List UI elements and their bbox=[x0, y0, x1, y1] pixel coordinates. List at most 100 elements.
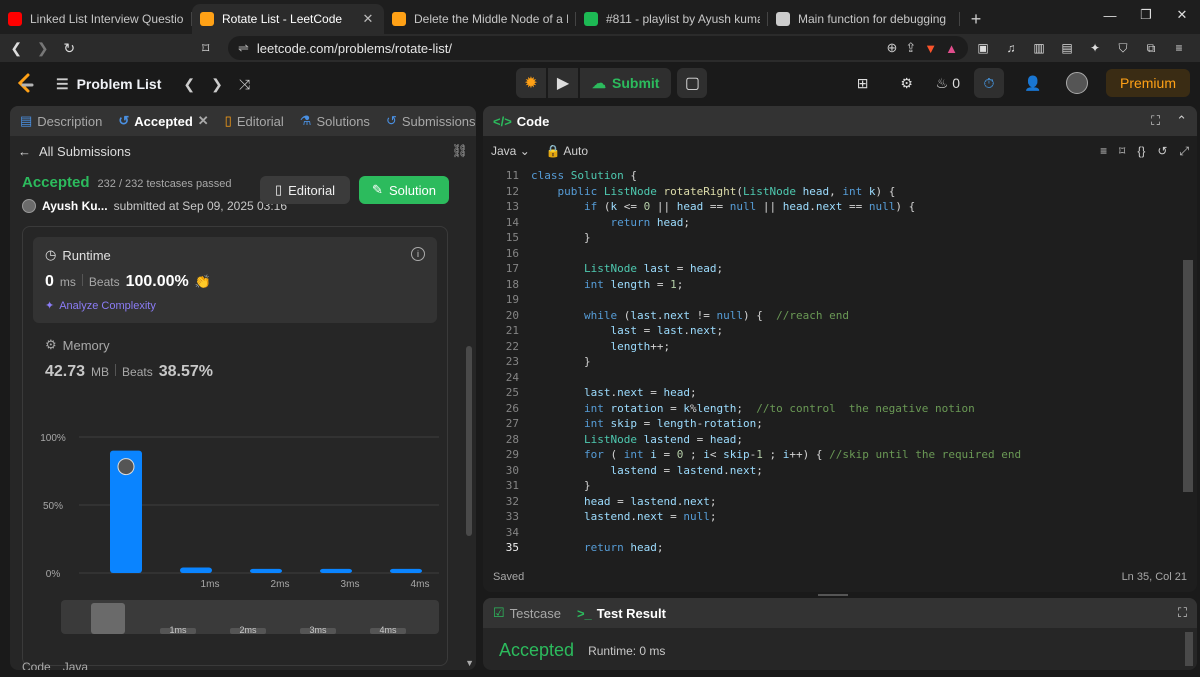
bookmark-icon[interactable]: ⌑ bbox=[1119, 144, 1125, 159]
bar-1ms[interactable] bbox=[180, 567, 212, 573]
reader-icon[interactable]: ▣ bbox=[974, 39, 992, 57]
code-line[interactable]: if (k <= 0 || head == null || head.next … bbox=[531, 199, 915, 215]
streak-counter[interactable]: ♨ 0 bbox=[936, 68, 960, 98]
brave-rewards-icon[interactable]: ▲ bbox=[945, 41, 958, 56]
extensions-icon[interactable]: ⧉ bbox=[1142, 39, 1160, 57]
submit-button[interactable]: ☁ Submit bbox=[580, 68, 672, 98]
info-icon[interactable]: i bbox=[411, 247, 425, 261]
code-line[interactable]: return head; bbox=[531, 215, 690, 231]
code-line[interactable]: while (last.next != null) { //reach end bbox=[531, 308, 849, 324]
close-tab-icon[interactable]: ✕ bbox=[360, 11, 376, 27]
code-line[interactable]: } bbox=[531, 230, 591, 246]
bar-4ms[interactable] bbox=[390, 568, 422, 573]
link-icon[interactable]: ⛓ bbox=[451, 143, 468, 159]
menu-icon[interactable]: ≡ bbox=[1170, 39, 1188, 57]
debug-button[interactable]: ✹ bbox=[516, 68, 546, 98]
close-tab-icon[interactable]: ✕ bbox=[198, 113, 209, 129]
code-line[interactable]: } bbox=[531, 354, 591, 370]
editorial-button[interactable]: ▯ Editorial bbox=[260, 176, 350, 204]
url-field[interactable]: ⇌ leetcode.com/problems/rotate-list/ ⊕ ⇪… bbox=[228, 36, 968, 60]
share-icon[interactable]: ⇪ bbox=[905, 40, 916, 56]
bar-2ms[interactable] bbox=[250, 568, 282, 573]
tab-code[interactable]: </> Code bbox=[493, 114, 549, 129]
browser-tab[interactable]: Rotate List - LeetCode ✕ bbox=[192, 4, 384, 34]
reload-button[interactable]: ↻ bbox=[59, 37, 80, 59]
tab-solutions[interactable]: ⚗ Solutions bbox=[300, 113, 370, 129]
runtime-box[interactable]: ◷ Runtime i 0 ms Beats 100.00% 👏 ✦ Analyz… bbox=[33, 237, 437, 323]
tab-accepted[interactable]: ↺ Accepted ✕ bbox=[118, 113, 208, 129]
browser-tab[interactable]: Linked List Interview Questions - Goo bbox=[0, 4, 192, 34]
range-handle[interactable] bbox=[91, 603, 125, 634]
minimize-button[interactable]: — bbox=[1092, 0, 1128, 30]
settings-icon[interactable]: ⚙ bbox=[892, 68, 922, 98]
reset-icon[interactable]: ↺ bbox=[1157, 144, 1167, 159]
format-icon[interactable]: ≡ bbox=[1100, 144, 1107, 159]
browser-tab[interactable]: #811 - playlist by Ayush kumar | Spot bbox=[576, 4, 768, 34]
bookmark-icon[interactable]: ⌑ bbox=[196, 37, 217, 59]
code-line[interactable]: return head; bbox=[531, 540, 664, 556]
close-window-button[interactable]: ✕ bbox=[1164, 0, 1200, 30]
back-button[interactable]: ❮ bbox=[6, 37, 27, 59]
add-user-icon[interactable]: 👤 bbox=[1018, 68, 1048, 98]
code-line[interactable]: int length = 1; bbox=[531, 277, 683, 293]
brave-shields-icon[interactable]: ▼ bbox=[924, 41, 937, 56]
username[interactable]: Ayush Ku... bbox=[42, 199, 108, 213]
tab-editorial[interactable]: ▯ Editorial bbox=[225, 113, 284, 129]
maximize-button[interactable]: ❐ bbox=[1128, 0, 1164, 30]
maximize-icon[interactable]: ⛶ bbox=[1178, 605, 1187, 621]
prev-problem-icon[interactable]: ❮ bbox=[183, 76, 195, 93]
code-line[interactable]: class Solution { bbox=[531, 168, 637, 184]
browser-tab[interactable]: Delete the Middle Node of a Linked L bbox=[384, 4, 576, 34]
shuffle-icon[interactable]: ⤨ bbox=[239, 76, 250, 93]
code-line[interactable]: } bbox=[531, 478, 591, 494]
leetcode-logo-icon[interactable] bbox=[12, 71, 38, 97]
code-line[interactable]: lastend.next = null; bbox=[531, 509, 716, 525]
problem-list-button[interactable]: ☰ Problem List bbox=[56, 76, 161, 93]
code-line[interactable]: ListNode lastend = head; bbox=[531, 432, 743, 448]
code-line[interactable]: last.next = head; bbox=[531, 385, 697, 401]
code-line[interactable]: head = lastend.next; bbox=[531, 494, 716, 510]
tab-submissions[interactable]: ↺ Submissions bbox=[386, 113, 476, 129]
site-info-icon[interactable]: ⇌ bbox=[238, 40, 249, 56]
code-line[interactable]: length++; bbox=[531, 339, 670, 355]
fullscreen-icon[interactable]: ⤢ bbox=[1179, 144, 1189, 159]
code-line[interactable]: public ListNode rotateRight(ListNode hea… bbox=[531, 184, 896, 200]
run-button[interactable]: ▶ bbox=[548, 68, 578, 98]
code-line[interactable]: int skip = length-rotation; bbox=[531, 416, 763, 432]
code-line[interactable]: ListNode last = head; bbox=[531, 261, 723, 277]
notes-button[interactable]: ▢ bbox=[677, 68, 708, 98]
layout-icon[interactable]: ⊞ bbox=[848, 68, 878, 98]
tab-testcase[interactable]: ☑ Testcase bbox=[493, 605, 561, 621]
browser-tab[interactable]: Main function for debugging bbox=[768, 4, 960, 34]
collapse-icon[interactable]: ⌃ bbox=[1176, 113, 1187, 129]
sidebar-icon[interactable]: ▥ bbox=[1030, 39, 1048, 57]
code-line[interactable]: lastend = lastend.next; bbox=[531, 463, 762, 479]
music-icon[interactable]: ♫ bbox=[1002, 39, 1020, 57]
all-submissions-link[interactable]: ← All Submissions ⛓ bbox=[10, 136, 476, 166]
language-select[interactable]: Java ⌄ bbox=[491, 144, 530, 158]
premium-button[interactable]: Premium bbox=[1105, 69, 1190, 97]
code-editor[interactable]: 11 class Solution {12 public ListNode rot… bbox=[483, 164, 1183, 562]
avatar[interactable] bbox=[1062, 68, 1092, 98]
new-tab-button[interactable]: + bbox=[960, 4, 992, 34]
zoom-icon[interactable]: ⊕ bbox=[886, 40, 897, 56]
scrollbar[interactable] bbox=[1185, 632, 1193, 666]
memory-box[interactable]: ⚙ Memory 42.73 MB Beats 38.57% bbox=[23, 323, 447, 381]
resize-handle[interactable] bbox=[818, 594, 848, 596]
bar-3ms[interactable] bbox=[320, 568, 352, 573]
scroll-down-icon[interactable]: ▼ bbox=[465, 658, 474, 668]
forward-button[interactable]: ❯ bbox=[33, 37, 54, 59]
scrollbar[interactable] bbox=[466, 346, 472, 536]
solution-button[interactable]: ✎ Solution bbox=[359, 176, 449, 204]
next-problem-icon[interactable]: ❯ bbox=[211, 76, 223, 93]
analyze-complexity-link[interactable]: ✦ Analyze Complexity bbox=[45, 299, 425, 313]
timer-icon[interactable]: ⏱ bbox=[973, 68, 1004, 98]
braces-icon[interactable]: {} bbox=[1137, 144, 1145, 159]
wallet-icon[interactable]: ▤ bbox=[1058, 39, 1076, 57]
leo-icon[interactable]: ✦ bbox=[1086, 39, 1104, 57]
code-line[interactable]: int rotation = k%length; //to control th… bbox=[531, 401, 975, 417]
tab-description[interactable]: ▤ Description bbox=[20, 113, 102, 129]
autocomplete-toggle[interactable]: 🔒 Auto bbox=[546, 144, 588, 158]
maximize-icon[interactable]: ⛶ bbox=[1151, 113, 1160, 129]
runtime-distribution-chart[interactable]: 100% 50% 0% 1ms 2ms 3ms 4ms 1ms 2ms 3ms 4ms bbox=[23, 423, 449, 663]
